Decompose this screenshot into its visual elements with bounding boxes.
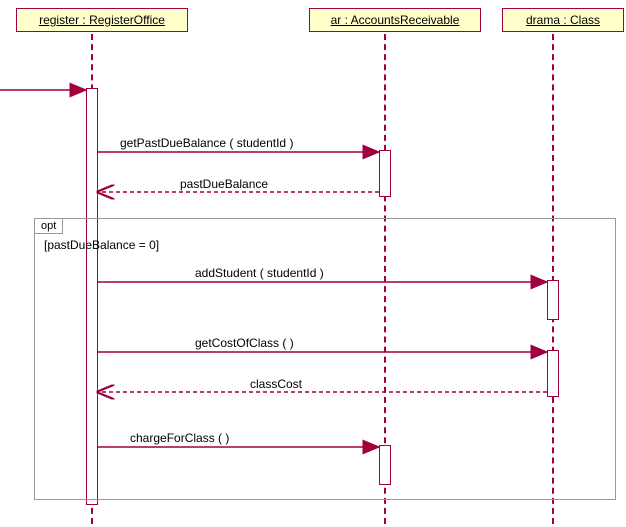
fragment-opt-guard: [pastDueBalance = 0]: [44, 238, 159, 252]
return-pastDueBalance: pastDueBalance: [180, 177, 268, 191]
fragment-opt-tab: opt: [34, 218, 63, 234]
fragment-opt: opt: [34, 218, 616, 500]
participant-register-label: register : RegisterOffice: [39, 13, 165, 27]
return-classCost: classCost: [250, 377, 302, 391]
msg-addStudent: addStudent ( studentId ): [195, 266, 324, 280]
participant-ar: ar : AccountsReceivable: [309, 8, 481, 32]
participant-drama-label: drama : Class: [526, 13, 600, 27]
fragment-opt-type: opt: [41, 220, 56, 232]
msg-getCostOfClass: getCostOfClass ( ): [195, 336, 294, 350]
participant-drama: drama : Class: [502, 8, 624, 32]
msg-getPastDueBalance: getPastDueBalance ( studentId ): [120, 136, 293, 150]
activation-ar-1: [379, 150, 391, 197]
participant-register: register : RegisterOffice: [16, 8, 188, 32]
msg-chargeForClass: chargeForClass ( ): [130, 431, 229, 445]
participant-ar-label: ar : AccountsReceivable: [331, 13, 460, 27]
